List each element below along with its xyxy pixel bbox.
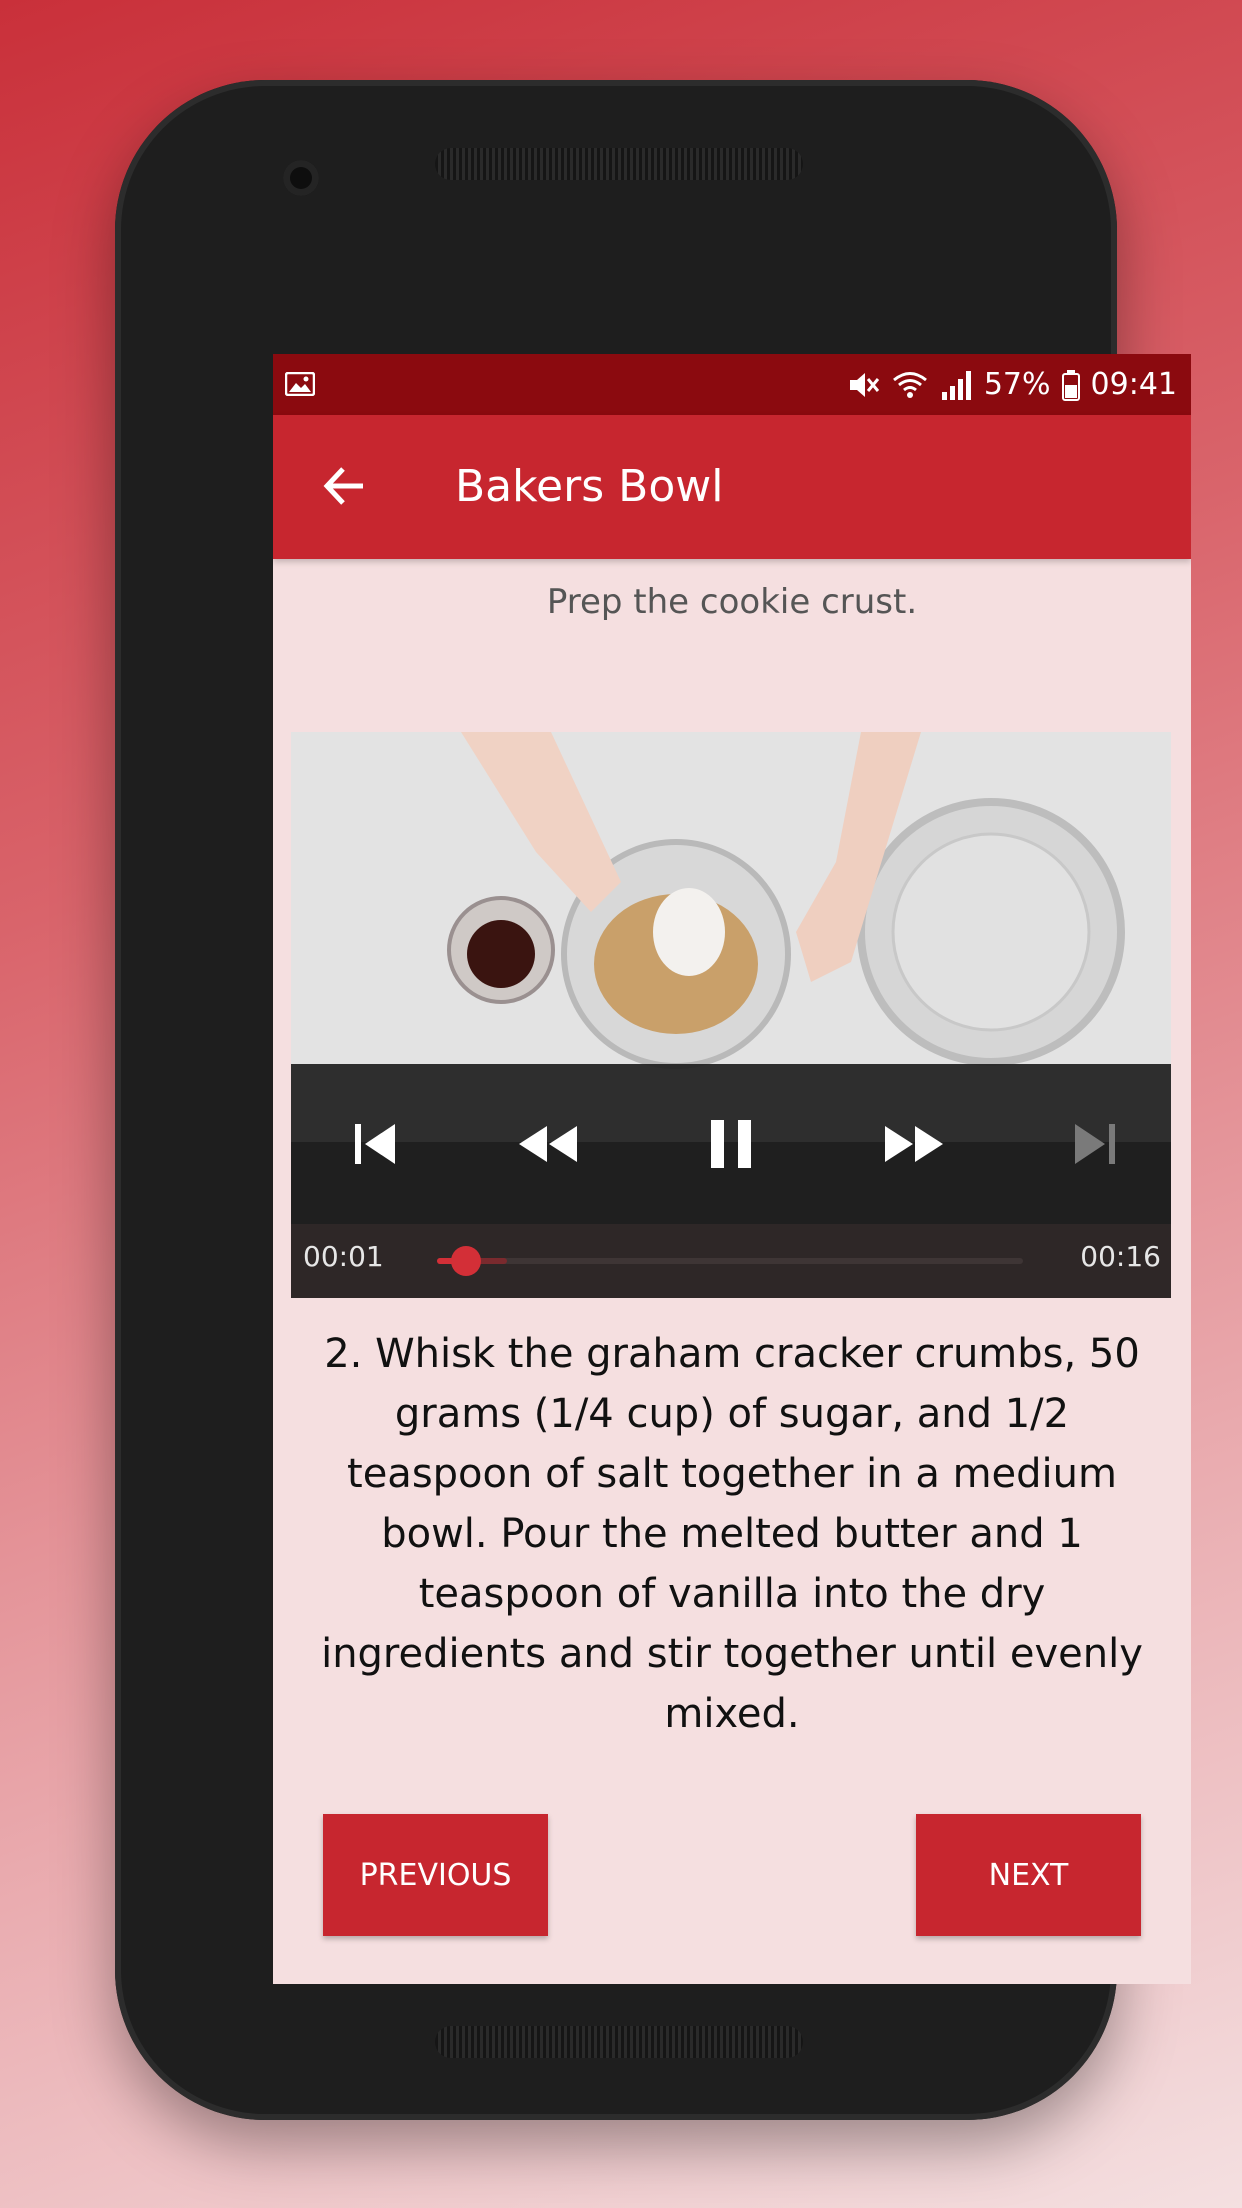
seek-bar[interactable]: [437, 1246, 1023, 1276]
battery-percentage: 57%: [983, 367, 1051, 402]
status-right-group: 57% 09:41: [846, 354, 1177, 415]
skip-previous-icon[interactable]: [343, 1112, 407, 1176]
bottom-speaker: [435, 2026, 803, 2058]
clock: 09:41: [1090, 367, 1177, 402]
front-camera: [283, 160, 319, 196]
seek-thumb[interactable]: [451, 1246, 482, 1276]
media-controls: [291, 1064, 1171, 1224]
previous-button[interactable]: PREVIOUS: [323, 1814, 548, 1936]
back-arrow-icon[interactable]: [319, 461, 369, 511]
next-button[interactable]: NEXT: [916, 1814, 1141, 1936]
progress-bar-area: 00:01 00:16: [291, 1224, 1171, 1298]
image-notification-icon: [285, 372, 315, 396]
rewind-icon[interactable]: [515, 1112, 579, 1176]
app-screen: 57% 09:41 Bakers Bowl Prep the cookie cr…: [273, 354, 1191, 1984]
step-description: 2. Whisk the graham cracker crumbs, 50 g…: [321, 1331, 1143, 1737]
status-bar: 57% 09:41: [273, 354, 1191, 415]
phone-frame: 57% 09:41 Bakers Bowl Prep the cookie cr…: [115, 80, 1191, 2120]
pause-icon[interactable]: [699, 1112, 763, 1176]
toolbar-title: Bakers Bowl: [455, 461, 724, 512]
skip-next-icon[interactable]: [1063, 1112, 1127, 1176]
current-position: 00:01: [303, 1240, 384, 1273]
top-speaker: [435, 148, 803, 180]
signal-icon: [941, 370, 971, 400]
video-player[interactable]: 00:01 00:16: [291, 732, 1171, 1298]
battery-icon: [1061, 369, 1080, 401]
wifi-icon: [892, 371, 927, 398]
step-short-description: Prep the cookie crust.: [546, 582, 918, 622]
mute-icon: [849, 372, 879, 397]
total-duration: 00:16: [1080, 1240, 1161, 1273]
fast-forward-icon[interactable]: [883, 1112, 947, 1176]
app-toolbar: Bakers Bowl: [273, 415, 1191, 559]
